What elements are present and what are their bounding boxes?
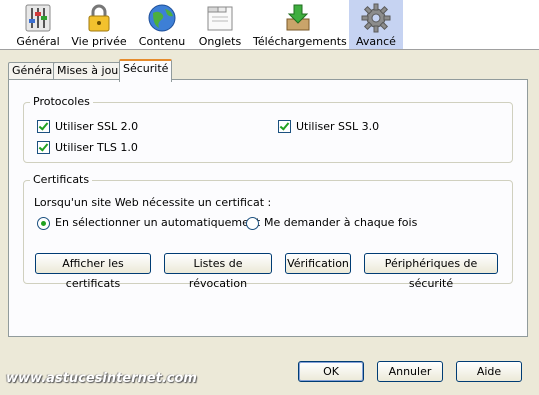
toolbar-advanced-label: Avancé xyxy=(356,35,396,48)
tab-updates[interactable]: Mises à jour xyxy=(53,62,127,79)
ssl2-checkbox[interactable] xyxy=(37,120,50,133)
tabs-icon xyxy=(207,6,233,31)
help-button[interactable]: Aide xyxy=(456,361,522,382)
revocation-lists-button[interactable]: Listes de révocation xyxy=(164,253,272,290)
toolbar-general-button[interactable]: Général xyxy=(13,0,63,49)
certificates-group: Certificats Lorsqu'un site Web nécessite… xyxy=(23,173,513,290)
padlock-icon xyxy=(88,4,110,32)
toolbar-content-label: Contenu xyxy=(138,35,186,48)
certificates-legend: Certificats xyxy=(30,173,93,186)
auto-select-radio[interactable] xyxy=(37,217,50,230)
security-devices-button[interactable]: Périphériques de sécurité xyxy=(364,253,498,290)
certificate-prompt: Lorsqu'un site Web nécessite un certific… xyxy=(34,196,272,209)
ssl3-label: Utiliser SSL 3.0 xyxy=(296,120,380,133)
toolbar-downloads-label: Téléchargements xyxy=(253,35,347,48)
toolbar-general-label: Général xyxy=(16,35,60,48)
ok-button[interactable]: OK xyxy=(298,361,364,382)
tab-security[interactable]: Sécurité xyxy=(119,59,173,82)
watermark: www.astucesinternet.com xyxy=(6,371,197,386)
tls1-label: Utiliser TLS 1.0 xyxy=(55,141,138,154)
ask-every-time-label: Me demander à chaque fois xyxy=(264,216,418,229)
globe-icon xyxy=(148,4,176,32)
protocols-legend: Protocoles xyxy=(30,95,93,108)
toolbar-advanced-button[interactable]: Avancé xyxy=(349,0,403,49)
tls1-checkbox[interactable] xyxy=(37,141,50,154)
toolbar-tabs-button[interactable]: Onglets xyxy=(196,0,244,49)
auto-select-label: En sélectionner un automatiquement xyxy=(55,216,261,229)
security-panel: Protocoles Utiliser SSL 2.0 Utiliser SSL… xyxy=(8,79,528,337)
show-certificates-button[interactable]: Afficher les certificats xyxy=(35,253,151,290)
verification-button[interactable]: Vérification xyxy=(285,253,351,274)
tab-general[interactable]: Général xyxy=(8,62,60,79)
sliders-icon xyxy=(25,4,51,32)
ssl2-label: Utiliser SSL 2.0 xyxy=(55,120,139,133)
gear-icon xyxy=(361,3,391,33)
cancel-button[interactable]: Annuler xyxy=(377,361,443,382)
toolbar-tabs-label: Onglets xyxy=(198,35,242,48)
toolbar-downloads-button[interactable]: Téléchargements xyxy=(253,0,347,49)
ssl3-checkbox[interactable] xyxy=(278,120,291,133)
preferences-toolbar: Général Vie privée Contenu Onglets Téléc… xyxy=(0,0,539,50)
toolbar-privacy-button[interactable]: Vie privée xyxy=(70,0,128,49)
protocols-group: Protocoles Utiliser SSL 2.0 Utiliser SSL… xyxy=(23,95,513,163)
ask-every-time-radio[interactable] xyxy=(246,217,259,230)
toolbar-content-button[interactable]: Contenu xyxy=(136,0,188,49)
download-icon xyxy=(286,4,310,31)
toolbar-privacy-label: Vie privée xyxy=(71,35,127,48)
